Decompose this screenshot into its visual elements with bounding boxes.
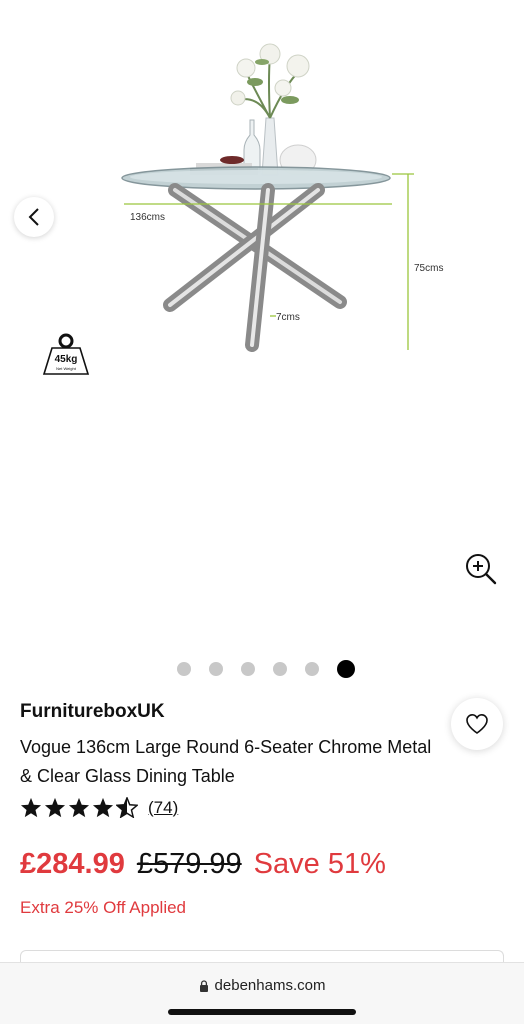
weight-value: 45kg (55, 354, 78, 365)
price-row: £284.99 £579.99 Save 51% (20, 848, 386, 881)
chevron-left-icon (28, 208, 39, 226)
star-full-icon (68, 797, 90, 818)
pagination-dot[interactable] (209, 662, 223, 676)
pagination-dot-active[interactable] (337, 660, 355, 678)
current-price: £284.99 (20, 848, 125, 880)
product-image-gallery[interactable]: 136cms 75cms 7cms 45kg Net Weight (0, 0, 524, 640)
pagination-dot[interactable] (241, 662, 255, 676)
pagination-dot[interactable] (177, 662, 191, 676)
address-bar[interactable]: debenhams.com (0, 977, 524, 994)
leg-label: 7cms (276, 312, 300, 323)
chrome-legs (163, 183, 347, 352)
width-label: 136cms (130, 212, 165, 223)
pagination-dot[interactable] (305, 662, 319, 676)
height-label: 75cms (414, 263, 443, 274)
pagination-dot[interactable] (273, 662, 287, 676)
savings-label: Save 51% (253, 848, 386, 880)
weight-icon: 45kg Net Weight (42, 333, 90, 375)
star-full-icon (92, 797, 114, 818)
url-text: debenhams.com (214, 977, 326, 994)
product-image: 136cms 75cms 7cms 45kg Net Weight (42, 43, 443, 375)
star-full-icon (20, 797, 42, 818)
wishlist-button[interactable] (451, 698, 503, 750)
original-price: £579.99 (136, 848, 242, 880)
previous-image-button[interactable] (14, 197, 54, 237)
weight-caption: Net Weight (56, 366, 77, 371)
star-full-icon (44, 797, 66, 818)
heart-icon (466, 713, 488, 734)
promo-message: Extra 25% Off Applied (20, 898, 187, 917)
zoom-in-icon[interactable] (462, 550, 498, 586)
gallery-pagination (0, 660, 524, 678)
review-count-link[interactable]: (74) (148, 798, 178, 818)
star-rating (20, 797, 138, 818)
home-indicator (168, 1009, 356, 1015)
browser-bottom-bar: debenhams.com (0, 962, 524, 1024)
lock-icon (199, 979, 208, 992)
brand-name[interactable]: FurnitureboxUK (20, 701, 165, 723)
product-title: Vogue 136cm Large Round 6-Seater Chrome … (20, 737, 432, 786)
rating-row[interactable]: (74) (20, 797, 178, 818)
star-half-icon (116, 797, 138, 818)
